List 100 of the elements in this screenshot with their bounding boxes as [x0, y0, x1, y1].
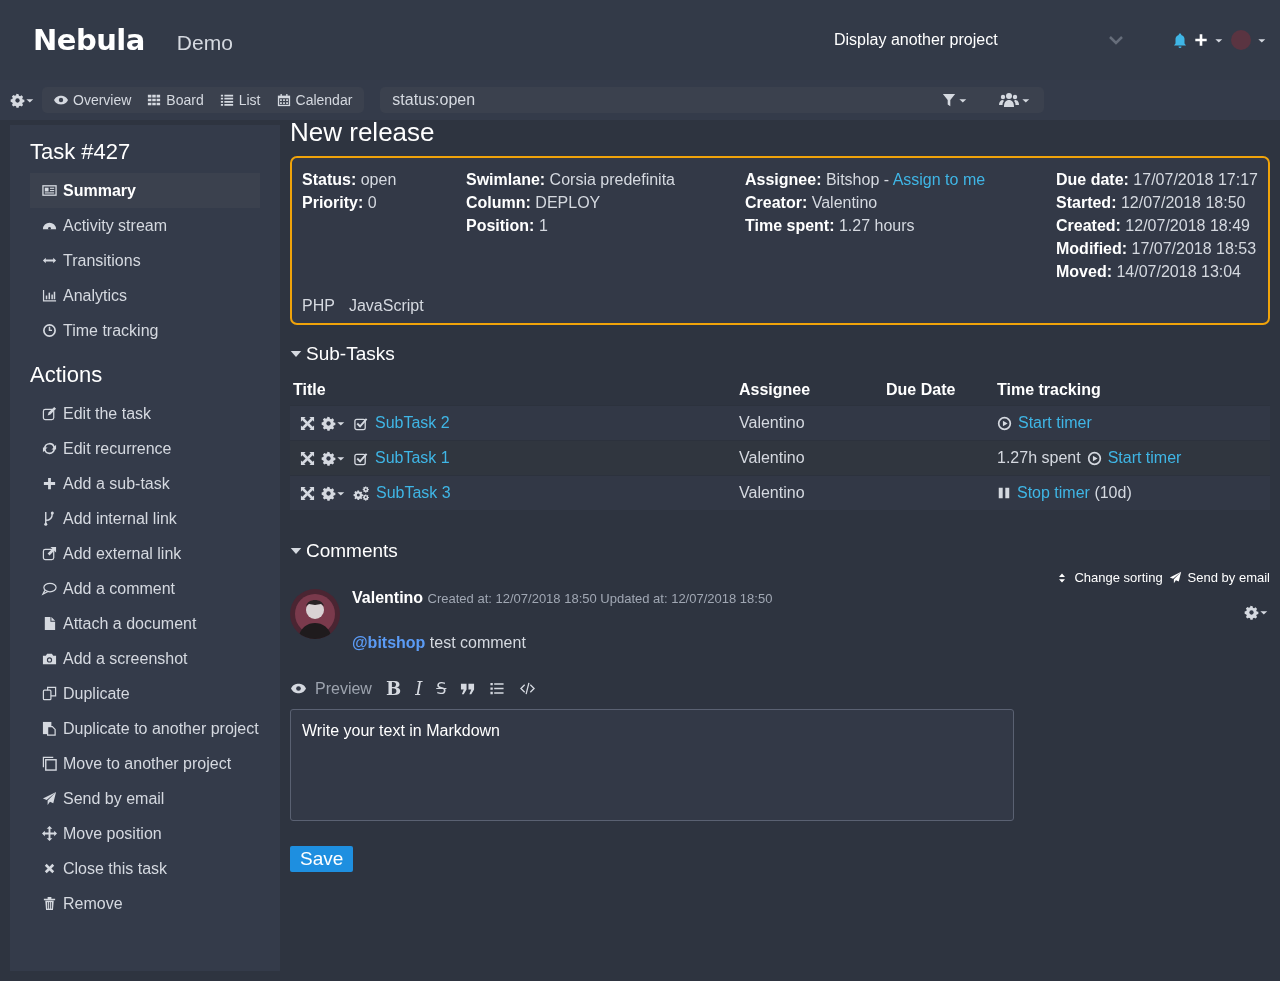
plus-icon — [1194, 33, 1208, 47]
pause-icon[interactable] — [997, 486, 1011, 500]
tag[interactable]: PHP — [302, 297, 335, 315]
action-link[interactable]: Add internal link — [30, 501, 260, 536]
section-heading[interactable]: Sub-Tasks — [306, 343, 395, 365]
project-name: Demo — [176, 31, 233, 55]
field-text: Swimlane: Corsia predefinita — [466, 170, 676, 190]
action-link[interactable]: Close this task — [30, 851, 260, 886]
comment-field[interactable]: Write your text in Markdown — [290, 709, 1014, 821]
field-text: Created: 12/07/2018 18:49 — [1056, 216, 1251, 236]
avatar — [290, 589, 340, 639]
field-text: Due date: 17/07/2018 17:17 — [1056, 170, 1258, 190]
bell-icon — [1172, 31, 1188, 49]
send-icon — [1168, 571, 1182, 584]
subtask-link[interactable]: SubTask 3 — [376, 484, 451, 502]
field-text: Time spent: 1.27 hours — [745, 216, 916, 236]
bold-button[interactable]: B — [385, 678, 402, 699]
comment-date: Created at: 12/07/2018 18:50 Updated at: 12/07/2018 18:50 — [427, 591, 773, 606]
move-icon — [41, 826, 58, 841]
table-cell: Valentino — [739, 484, 805, 501]
project-select[interactable]: Display another project — [834, 27, 1124, 53]
field-text: Column: DEPLOY — [466, 193, 602, 213]
gear-icon[interactable] — [10, 92, 25, 108]
sidebar-item[interactable]: Time tracking — [30, 313, 260, 348]
sidebar-item[interactable]: Analytics — [30, 278, 260, 313]
strikethrough-button[interactable]: S — [436, 679, 447, 698]
copy-icon — [41, 686, 58, 701]
view-tab[interactable]: List — [211, 87, 269, 113]
view-tab[interactable]: Calendar — [268, 87, 361, 113]
task-number: Task #427 — [30, 139, 132, 165]
sidebar-item[interactable]: Summary — [30, 173, 260, 208]
action-link[interactable]: Duplicate — [30, 676, 260, 711]
grid-icon — [147, 93, 162, 107]
code-icon — [519, 681, 537, 696]
timer-link[interactable]: Start timer — [1107, 449, 1182, 466]
camera-icon — [41, 651, 58, 666]
comment-text: @bitshop test comment — [352, 634, 527, 652]
timer-link[interactable]: Stop timer — [1017, 484, 1090, 501]
action-link[interactable]: Remove — [30, 886, 260, 921]
action-link[interactable]: Add external link — [30, 536, 260, 571]
action-link[interactable]: Add a sub-task — [30, 466, 260, 501]
action-link[interactable]: Edit the task — [30, 396, 260, 431]
field-text: Priority: 0 — [302, 193, 378, 213]
action-link[interactable]: Move to another project — [30, 746, 260, 781]
subtask-link[interactable]: SubTask 1 — [375, 449, 450, 467]
sidebar-item[interactable]: Transitions — [30, 243, 260, 278]
filter-icon[interactable] — [942, 93, 957, 107]
column-header: Time tracking — [997, 381, 1101, 398]
trash-icon — [41, 896, 58, 911]
view-tab[interactable]: Overview — [46, 87, 140, 113]
play-icon[interactable] — [1086, 450, 1102, 466]
action-link[interactable]: Attach a document — [30, 606, 260, 641]
plus-icon — [41, 476, 58, 491]
field-text: Position: 1 — [466, 216, 549, 236]
bar-chart-icon — [41, 288, 58, 303]
field-text: Started: 12/07/2018 18:50 — [1056, 193, 1247, 213]
field-text: Moved: 14/07/2018 13:04 — [1056, 262, 1242, 282]
action-link[interactable]: Move position — [30, 816, 260, 851]
gear-icon[interactable] — [321, 415, 336, 431]
action-link[interactable]: Add a comment — [30, 571, 260, 606]
play-icon[interactable] — [997, 415, 1012, 431]
table-cell: Valentino — [739, 449, 805, 466]
sidebar-item[interactable]: Activity stream — [30, 208, 260, 243]
logo: Nebula — [33, 23, 145, 57]
italic-button[interactable]: I — [415, 678, 423, 699]
tag[interactable]: JavaScript — [348, 297, 424, 315]
preview-tab[interactable]: Preview — [290, 679, 372, 698]
subtask-link[interactable]: SubTask 2 — [375, 414, 450, 432]
quote-icon — [460, 681, 476, 696]
action-link[interactable]: Add a screenshot — [30, 641, 260, 676]
clock-icon — [41, 323, 58, 338]
gears-icon[interactable] — [353, 485, 370, 501]
section-heading[interactable]: Comments — [306, 540, 398, 562]
gear-icon[interactable] — [321, 450, 336, 466]
expand-icon — [300, 415, 315, 431]
action-link[interactable]: Send by email — [30, 781, 260, 816]
gear-icon[interactable] — [1244, 605, 1259, 620]
column-header: Title — [293, 381, 326, 398]
eye-icon — [290, 681, 307, 696]
change-sorting-link[interactable]: Change sorting — [1074, 570, 1163, 585]
task-title: New release — [290, 117, 436, 148]
refresh-icon — [41, 441, 58, 456]
time-spent: 1.27h spent — [997, 449, 1081, 467]
calendar-icon — [276, 93, 291, 107]
gear-icon[interactable] — [321, 485, 336, 501]
view-tab[interactable]: Board — [139, 87, 212, 113]
action-link[interactable]: Edit recurrence — [30, 431, 260, 466]
assign-link[interactable]: Assign to me — [892, 171, 986, 188]
section-heading: Actions — [30, 362, 104, 388]
field-text: Creator: Valentino — [745, 193, 879, 213]
comment-author: Valentino — [352, 589, 424, 606]
users-icon[interactable] — [999, 92, 1020, 108]
field-text: Assignee: Bitshop - — [745, 171, 891, 188]
send-email-link[interactable]: Send by email — [1187, 570, 1270, 585]
clone-icon — [41, 756, 58, 771]
field-text: Status: open — [302, 170, 398, 190]
timer-link[interactable]: Start timer — [1018, 414, 1092, 431]
external-link-icon — [41, 546, 58, 561]
action-link[interactable]: Duplicate to another project — [30, 711, 260, 746]
column-header: Assignee — [739, 381, 811, 398]
